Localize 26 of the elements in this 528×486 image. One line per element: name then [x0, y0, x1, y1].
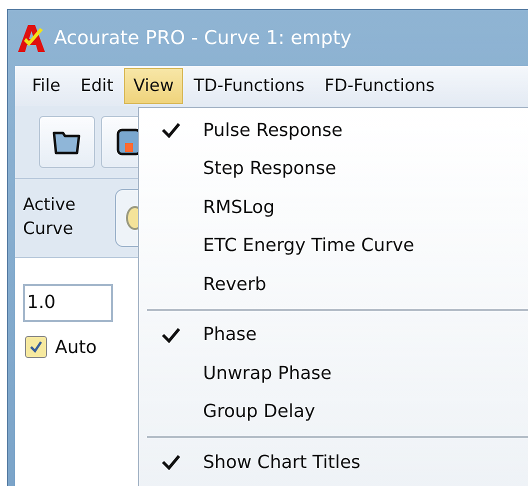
menu-item[interactable]: TD-Functions — [184, 68, 314, 104]
check-icon — [161, 122, 181, 138]
check-icon — [161, 326, 181, 343]
menu-item[interactable]: Unwrap Phase — [139, 354, 521, 392]
menu-item[interactable]: Show Chart Titles — [139, 443, 521, 482]
menu-item[interactable]: File — [23, 68, 70, 104]
menu-item[interactable]: Edit — [71, 68, 122, 104]
menu-item[interactable]: Phase — [139, 316, 521, 354]
folder-icon — [52, 129, 82, 155]
check-icon — [28, 339, 44, 355]
open-button[interactable] — [39, 116, 95, 168]
window-title: Acourate PRO - Curve 1: empty — [54, 27, 352, 49]
menu-item[interactable]: View — [124, 68, 183, 104]
menu-item[interactable]: Group Delay — [139, 392, 521, 431]
active-curve-label: Active Curve — [23, 194, 77, 241]
menu-item[interactable]: Step Response — [139, 150, 521, 188]
menu-item[interactable]: ETC Energy Time Curve — [139, 226, 521, 265]
auto-label: Auto — [55, 336, 97, 358]
scale-field[interactable]: 1.0 — [23, 284, 113, 322]
check-icon — [161, 454, 181, 470]
menu-item[interactable]: Reverb — [139, 265, 521, 304]
menu-item[interactable]: RMSLog — [139, 188, 521, 226]
logo-icon — [16, 23, 46, 53]
auto-checkbox[interactable] — [25, 336, 47, 358]
menu-item[interactable]: Pulse Response — [139, 111, 521, 150]
menu-item[interactable]: FD-Functions — [316, 68, 444, 104]
